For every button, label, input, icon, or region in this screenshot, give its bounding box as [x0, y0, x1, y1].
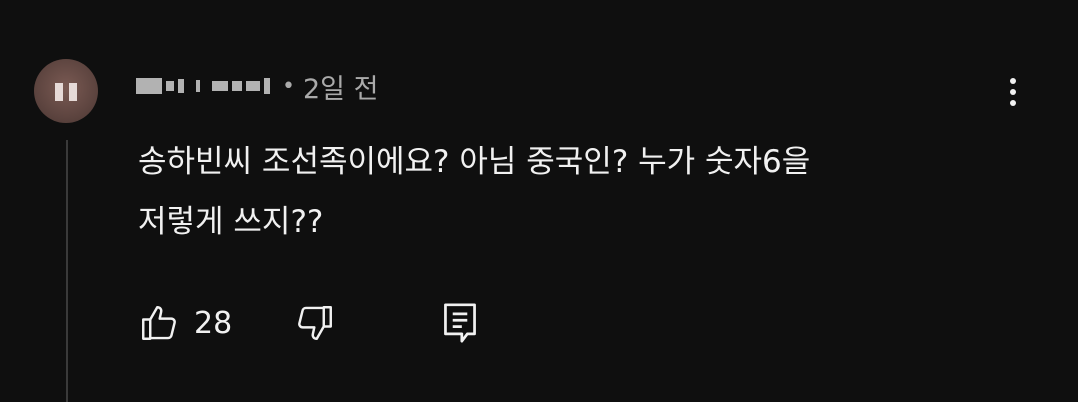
avatar-initial-pixel	[55, 83, 63, 101]
username-redacted[interactable]	[136, 74, 270, 98]
like-count: 28	[194, 305, 233, 341]
avatar-initial-pixel	[69, 83, 77, 101]
avatar[interactable]	[34, 59, 98, 123]
comment-time: 2일 전	[302, 73, 379, 105]
like-button[interactable]: 28	[138, 302, 232, 344]
comment-line: 송하빈씨 조선족이에요? 아님 중국인? 누가 숫자6을	[138, 144, 811, 180]
dislike-button[interactable]	[294, 302, 336, 344]
comment-line: 저렇게 쓰지??	[138, 204, 324, 240]
reply-comment-icon	[440, 301, 480, 345]
reply-button[interactable]	[440, 301, 480, 345]
thumb-down-icon	[294, 302, 336, 344]
thread-line	[66, 140, 68, 402]
comment-text: 송하빈씨 조선족이에요? 아님 중국인? 누가 숫자6을 저렇게 쓰지??	[138, 132, 1038, 252]
comment-header: • 2일 전	[136, 66, 378, 106]
more-vert-icon[interactable]	[1000, 70, 1026, 114]
separator-dot: •	[282, 73, 295, 99]
thumb-up-icon	[138, 302, 180, 344]
comment-actions: 28	[138, 300, 480, 346]
